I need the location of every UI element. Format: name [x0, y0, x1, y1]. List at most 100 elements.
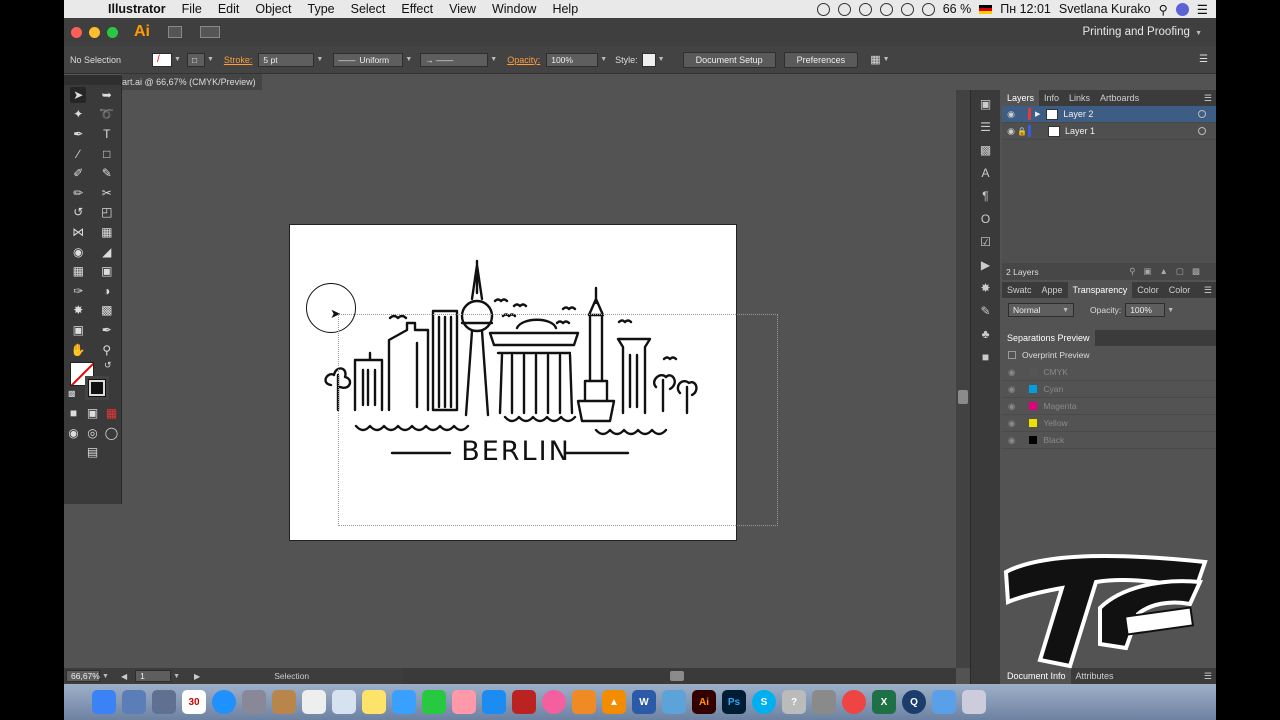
free-transform-tool-icon[interactable]: ▦ [99, 224, 115, 240]
messages-icon[interactable] [392, 690, 416, 714]
system-preferences-icon[interactable] [812, 690, 836, 714]
lasso-tool-icon[interactable]: ➰ [99, 106, 115, 122]
first-artboard-icon[interactable]: ◀ [121, 672, 127, 681]
photo-booth-icon[interactable] [512, 690, 536, 714]
trash-icon[interactable] [962, 690, 986, 714]
opentype-panel-icon[interactable]: O [977, 212, 995, 228]
shaper-tool-icon[interactable]: ✏ [70, 185, 86, 201]
current-tool-status[interactable]: Selection [274, 671, 309, 681]
brush-definition[interactable]: → —— [420, 52, 489, 67]
close-window-button[interactable] [71, 26, 82, 38]
books-icon[interactable] [272, 690, 296, 714]
workspace-switcher[interactable]: Printing and Proofing ▼ [1082, 26, 1202, 38]
tab-separations-preview[interactable]: Separations Preview [1002, 330, 1095, 346]
tab-color[interactable]: Color [1132, 285, 1164, 295]
rotate-tool-icon[interactable]: ↺ [70, 204, 86, 220]
paintbrush-tool-icon[interactable]: ✐ [70, 165, 86, 181]
berlin-text[interactable]: BERLIN [456, 436, 576, 467]
battery-level[interactable]: 66 % [943, 2, 972, 16]
ink-eye-icon[interactable]: ◉ [1008, 435, 1015, 446]
ibooks-icon[interactable] [572, 690, 596, 714]
calendar-icon[interactable]: 30 [182, 690, 206, 714]
tab-links[interactable]: Links [1064, 93, 1095, 103]
shape-builder-tool-icon[interactable]: ◉ [70, 244, 86, 260]
pencil-tool-icon[interactable]: ✎ [99, 165, 115, 181]
rectangle-tool-icon[interactable]: □ [99, 146, 115, 162]
next-artboard-icon[interactable]: ▶ [194, 672, 200, 681]
menu-effect[interactable]: Effect [393, 2, 441, 16]
line-tool-icon[interactable]: ∕ [70, 146, 86, 162]
symbol-sprayer-tool-icon[interactable]: ✸ [70, 302, 86, 318]
actions-panel-icon[interactable]: ▶ [977, 258, 995, 274]
input-flag-icon[interactable] [979, 4, 993, 14]
siri-icon[interactable] [1175, 2, 1189, 16]
arrange-icon[interactable]: ▦ [870, 53, 880, 66]
blend-tool-icon[interactable]: ◑ [99, 283, 115, 299]
artboard-tool-icon[interactable]: ▣ [70, 322, 86, 338]
profile-dropdown-icon[interactable]: ▼ [405, 56, 412, 63]
menu-window[interactable]: Window [484, 2, 544, 16]
stroke-weight-dropdown-icon[interactable]: ▼ [316, 56, 323, 63]
layer-name[interactable]: Layer 1 [1065, 126, 1095, 136]
appstore-icon[interactable] [482, 690, 506, 714]
ink-eye-icon[interactable]: ◉ [1008, 384, 1015, 395]
color-mode-icon[interactable]: ■ [66, 405, 82, 421]
artboard[interactable]: BERLIN ➤ [289, 224, 737, 541]
draw-inside-icon[interactable]: ◯ [104, 425, 120, 441]
scissors-tool-icon[interactable]: ✂ [99, 185, 115, 201]
default-fill-stroke-icon[interactable]: ▩ [68, 389, 76, 398]
stroke-weight-field[interactable]: 5 pt [258, 52, 315, 67]
opacity-field[interactable]: 100% [546, 52, 599, 67]
none-mode-icon[interactable]: ▦ [104, 405, 120, 421]
width-tool-icon[interactable]: ⋈ [70, 224, 86, 240]
tab-swatches[interactable]: Swatc [1002, 285, 1037, 295]
blend-mode-select[interactable]: Normal ▼ [1008, 303, 1074, 317]
graphic-styles-panel-icon[interactable]: ■ [977, 350, 995, 366]
tab-transparency[interactable]: Transparency [1067, 282, 1133, 298]
illustrator-dock-icon[interactable]: Ai [692, 690, 716, 714]
layers-footer-icons[interactable]: ⚲▣▲▢▩ [1129, 266, 1208, 277]
tab-color-guide[interactable]: Color [1164, 285, 1196, 295]
horizontal-scroll-thumb[interactable] [670, 671, 684, 681]
stroke-swatch[interactable]: □ [186, 52, 205, 67]
help-icon[interactable]: ? [782, 690, 806, 714]
preview-app-icon[interactable] [332, 690, 356, 714]
record-icon[interactable] [816, 2, 830, 16]
app-menu[interactable]: Illustrator [98, 2, 174, 16]
clock[interactable]: Пн 12:01 [1000, 2, 1051, 16]
artboard-number-field[interactable]: 1 [135, 670, 172, 682]
perspective-grid-tool-icon[interactable]: ◢ [99, 244, 115, 260]
xcode-icon[interactable] [662, 690, 686, 714]
slice-tool-icon[interactable]: ✒ [99, 322, 115, 338]
automator-icon[interactable] [242, 690, 266, 714]
artboard-dropdown-icon[interactable]: ▼ [173, 673, 180, 680]
layer-row-2[interactable]: ◉ ▶ Layer 2 [1002, 106, 1216, 123]
vertical-scroll-thumb[interactable] [958, 390, 968, 404]
menu-object[interactable]: Object [247, 2, 299, 16]
spotlight-icon[interactable]: ⚲ [1159, 2, 1168, 17]
facetime-icon[interactable] [422, 690, 446, 714]
opacity-dropdown-icon[interactable]: ▼ [600, 56, 607, 63]
layer-target-icon[interactable] [1198, 110, 1206, 118]
volume-icon[interactable] [921, 2, 935, 16]
photos-icon[interactable] [452, 690, 476, 714]
minimize-window-button[interactable] [89, 26, 100, 38]
menu-select[interactable]: Select [343, 2, 394, 16]
tab-info[interactable]: Info [1039, 93, 1064, 103]
stroke-box[interactable] [85, 376, 109, 401]
arrange-documents-button[interactable] [200, 26, 220, 38]
excel-icon[interactable]: X [872, 690, 896, 714]
vertical-scrollbar[interactable] [956, 90, 970, 668]
layers-panel-menu-icon[interactable]: ☰ [1204, 93, 1212, 104]
type-tool-icon[interactable]: T [99, 126, 115, 142]
brushes-panel-icon[interactable]: ✎ [977, 304, 995, 320]
tasks-panel-icon[interactable]: ☑ [977, 235, 995, 251]
zoom-tool-icon[interactable]: ⚲ [99, 342, 115, 358]
screen-mode-icon[interactable]: ▤ [85, 444, 101, 460]
preview-icon[interactable] [122, 690, 146, 714]
symbols-panel-icon[interactable]: ♣ [977, 327, 995, 343]
mesh-tool-icon[interactable]: ▦ [70, 263, 86, 279]
align-panel-icon[interactable]: ☰ [977, 120, 995, 136]
artboards-panel-icon[interactable]: ▣ [977, 97, 995, 113]
gradient-tool-icon[interactable]: ▣ [99, 263, 115, 279]
